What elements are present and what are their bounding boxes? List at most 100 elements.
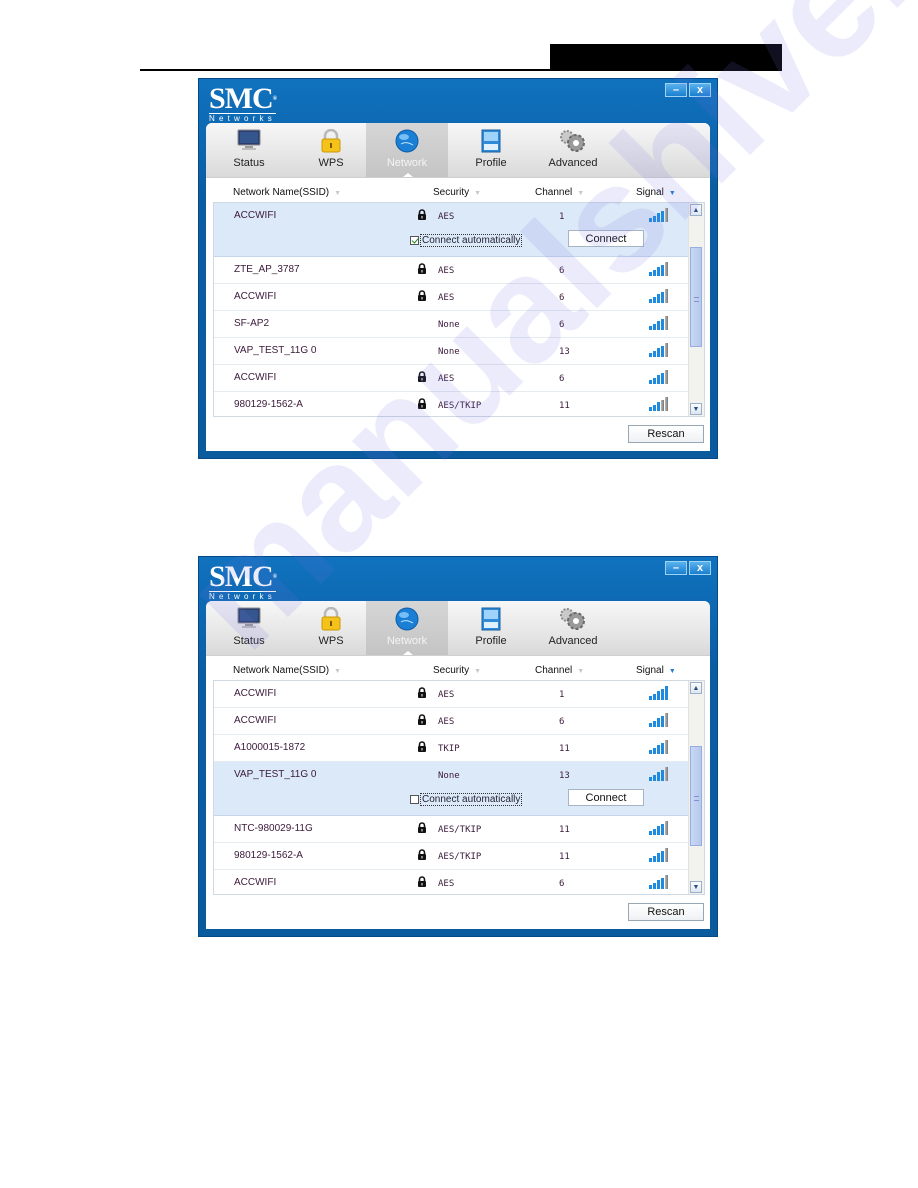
column-header-ssid[interactable]: Network Name(SSID) ▼	[233, 187, 341, 198]
tab-status[interactable]: Status	[208, 123, 290, 177]
tab-profile[interactable]: Profile	[450, 123, 532, 177]
signal-bar	[665, 713, 668, 727]
tab-network[interactable]: Network	[366, 601, 448, 655]
signal-bar	[665, 316, 668, 330]
network-ssid: ACCWIFI	[234, 372, 277, 383]
network-ssid: ZTE_AP_3787	[234, 264, 300, 275]
tab-advanced[interactable]: Advanced	[532, 123, 614, 177]
sort-arrow-icon: ▼	[577, 668, 585, 675]
globe-icon	[395, 607, 419, 636]
column-label: Signal	[636, 187, 664, 198]
network-channel: 11	[559, 852, 570, 862]
sort-arrow-icon: ▼	[668, 668, 676, 675]
active-tab-pointer	[403, 173, 413, 177]
connect-automatically-checkbox[interactable]: Connect automatically	[410, 793, 523, 806]
connect-button[interactable]: Connect	[568, 230, 644, 247]
monitor-icon	[237, 607, 261, 634]
column-header-signal[interactable]: Signal ▼	[636, 187, 676, 198]
network-row[interactable]: 980129-1562-A AES/TKIP 11	[214, 392, 688, 416]
network-row[interactable]: ACCWIFI AES 6	[214, 365, 688, 392]
tab-bar: Status WPS Network Profile Advanced	[206, 123, 710, 178]
network-row[interactable]: SF-AP2 None 6	[214, 311, 688, 338]
column-header-signal[interactable]: Signal ▼	[636, 665, 676, 676]
rescan-button[interactable]: Rescan	[628, 425, 704, 443]
connect-button[interactable]: Connect	[568, 789, 644, 806]
column-header-security[interactable]: Security ▼	[433, 665, 481, 676]
network-row[interactable]: ACCWIFI AES 6	[214, 708, 688, 735]
padlock-icon	[320, 128, 342, 158]
network-row[interactable]: VAP_TEST_11G 0 None 13 Connect automaticall…	[214, 762, 688, 816]
rescan-button[interactable]: Rescan	[628, 903, 704, 921]
scroll-down-button[interactable]: ▼	[690, 881, 702, 893]
scroll-thumb[interactable]	[690, 746, 702, 846]
network-row[interactable]: VAP_TEST_11G 0 None 13	[214, 338, 688, 365]
gears-icon	[558, 607, 588, 636]
network-ssid: ACCWIFI	[234, 715, 277, 726]
signal-bar	[653, 350, 656, 357]
gears-icon	[558, 129, 588, 158]
network-row[interactable]: ACCWIFI AES 6	[214, 284, 688, 311]
column-header-channel[interactable]: Channel ▼	[535, 665, 584, 676]
network-channel: 11	[559, 744, 570, 754]
registered-mark: ®	[272, 96, 278, 102]
column-label: Signal	[636, 665, 664, 676]
network-row[interactable]: ACCWIFI AES 6	[214, 870, 688, 894]
scrollbar[interactable]: ▲ ▼	[688, 203, 704, 416]
tab-status[interactable]: Status	[208, 601, 290, 655]
signal-strength-icon	[649, 208, 668, 222]
network-row[interactable]: ACCWIFI AES 1 Connect automatically Connect	[214, 203, 688, 257]
checkbox-icon[interactable]	[410, 236, 419, 245]
scroll-thumb[interactable]	[690, 246, 702, 347]
signal-bar	[661, 877, 664, 889]
signal-bar	[649, 407, 652, 411]
signal-strength-icon	[649, 713, 668, 727]
network-channel: 6	[559, 374, 565, 384]
minimize-icon: –	[672, 562, 680, 574]
signal-bar	[649, 723, 652, 727]
checkbox-icon[interactable]	[410, 795, 419, 804]
tab-advanced[interactable]: Advanced	[532, 601, 614, 655]
network-ssid: SF-AP2	[234, 318, 270, 329]
network-channel: 6	[559, 879, 565, 889]
tab-wps[interactable]: WPS	[290, 601, 372, 655]
column-header-security[interactable]: Security ▼	[433, 187, 481, 198]
network-row[interactable]: 980129-1562-A AES/TKIP 11	[214, 843, 688, 870]
signal-bar	[661, 715, 664, 727]
signal-bar	[653, 215, 656, 222]
close-button[interactable]: x	[689, 83, 711, 97]
column-header-ssid[interactable]: Network Name(SSID) ▼	[233, 665, 341, 676]
column-label: Network Name(SSID)	[233, 187, 330, 198]
scroll-down-button[interactable]: ▼	[690, 403, 702, 415]
tab-label: Network	[386, 635, 428, 647]
signal-bar	[649, 885, 652, 889]
connect-automatically-checkbox[interactable]: Connect automatically	[410, 234, 523, 247]
tab-network[interactable]: Network	[366, 123, 448, 177]
minimize-button[interactable]: –	[665, 83, 687, 97]
close-button[interactable]: x	[689, 561, 711, 575]
network-row[interactable]: ACCWIFI AES 1	[214, 681, 688, 708]
signal-bar	[661, 769, 664, 781]
network-security: None	[438, 347, 460, 357]
scroll-up-button[interactable]: ▲	[690, 682, 702, 694]
signal-bar	[665, 262, 668, 276]
minimize-button[interactable]: –	[665, 561, 687, 575]
smc-utility-window-1: SMC® Networks – x Status WPS Network Profil…	[198, 78, 718, 459]
signal-bar	[665, 208, 668, 222]
tab-profile[interactable]: Profile	[450, 601, 532, 655]
network-row[interactable]: ZTE_AP_3787 AES 6	[214, 257, 688, 284]
signal-bar	[649, 777, 652, 781]
column-header-channel[interactable]: Channel ▼	[535, 187, 584, 198]
scroll-up-button[interactable]: ▲	[690, 204, 702, 216]
network-security: TKIP	[438, 744, 460, 754]
network-ssid: ACCWIFI	[234, 291, 277, 302]
tab-wps[interactable]: WPS	[290, 123, 372, 177]
signal-strength-icon	[649, 343, 668, 357]
scrollbar[interactable]: ▲ ▼	[688, 681, 704, 894]
signal-bar	[653, 323, 656, 330]
signal-bar	[653, 296, 656, 303]
network-row[interactable]: NTC-980029-11G AES/TKIP 11	[214, 816, 688, 843]
network-row[interactable]: A1000015-1872 TKIP 11	[214, 735, 688, 762]
close-icon: x	[696, 84, 704, 96]
sort-arrow-icon: ▼	[474, 190, 482, 197]
signal-bar	[657, 826, 660, 835]
